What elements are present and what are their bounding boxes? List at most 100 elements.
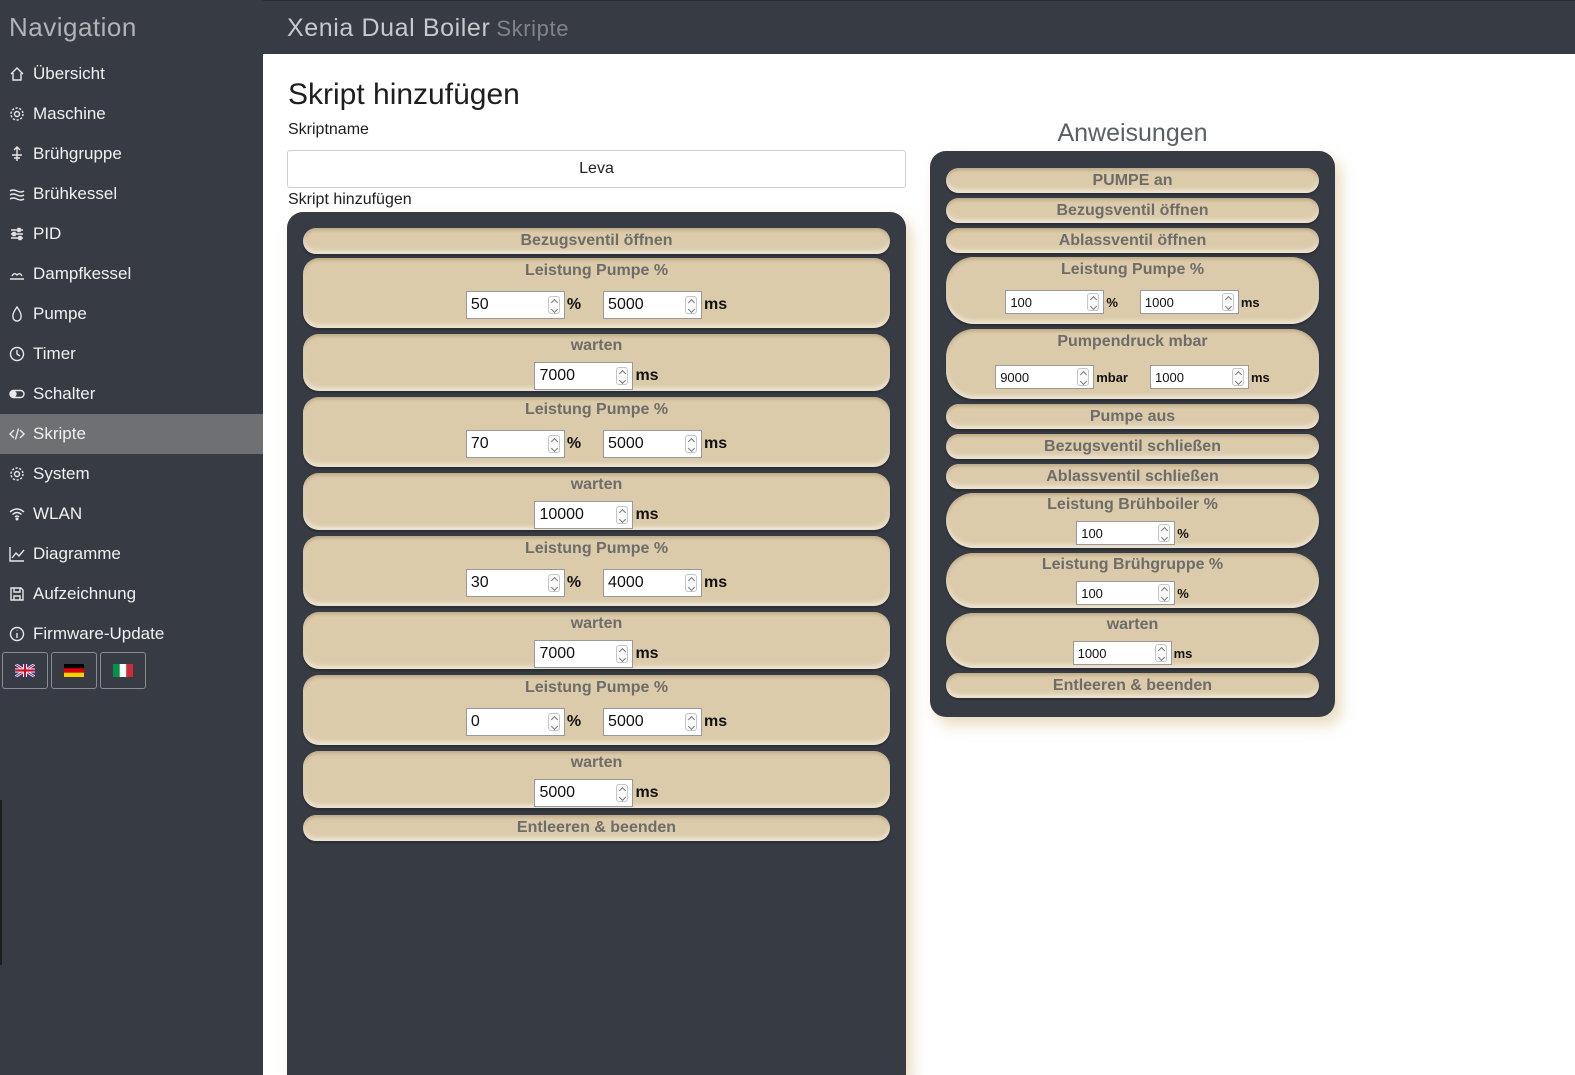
instruction-pump-power[interactable]: Leistung Pumpe % % ms bbox=[946, 257, 1319, 324]
instruction-open-drain-valve[interactable]: Ablassventil öffnen bbox=[946, 228, 1319, 253]
instruction-brew-boiler-power[interactable]: Leistung Brühboiler % % bbox=[946, 493, 1319, 548]
step-title: Entleeren & beenden bbox=[516, 819, 677, 836]
step-title: Leistung Pumpe % bbox=[524, 262, 669, 279]
stepper-icon[interactable] bbox=[1158, 584, 1171, 602]
step-open-brew-valve[interactable]: Bezugsventil öffnen bbox=[303, 228, 890, 254]
pump-power-input[interactable] bbox=[465, 569, 565, 597]
step-wait[interactable]: warten ms bbox=[303, 473, 890, 530]
sidebar-item-label: Maschine bbox=[33, 104, 106, 123]
instruction-open-brew-valve[interactable]: Bezugsventil öffnen bbox=[946, 198, 1319, 223]
instruction-close-drain-valve[interactable]: Ablassventil schließen bbox=[946, 464, 1319, 489]
step-fields: ms bbox=[303, 501, 890, 529]
sidebar-item-system[interactable]: System bbox=[0, 454, 263, 494]
unit-label: % bbox=[566, 296, 582, 313]
wait-input[interactable] bbox=[534, 362, 634, 390]
unit-label: ms bbox=[1251, 369, 1270, 385]
step-title: warten bbox=[570, 754, 623, 771]
instruction-brew-group-power[interactable]: Leistung Brühgruppe % % bbox=[946, 553, 1319, 608]
stepper-icon[interactable] bbox=[616, 645, 629, 663]
page-title: Skript hinzufügen bbox=[288, 78, 520, 111]
wait-input[interactable] bbox=[534, 640, 634, 668]
stepper-icon[interactable] bbox=[1221, 293, 1234, 311]
instruction-empty-and-finish[interactable]: Entleeren & beenden bbox=[946, 673, 1319, 698]
sidebar-item-bruehgruppe[interactable]: Brühgruppe bbox=[0, 134, 263, 174]
duration-input[interactable] bbox=[603, 291, 703, 319]
pump-power-input[interactable] bbox=[465, 430, 565, 458]
step-wait[interactable]: warten ms bbox=[303, 334, 890, 391]
sidebar-item-diagramme[interactable]: Diagramme bbox=[0, 534, 263, 574]
sidebar-item-label: Aufzeichnung bbox=[33, 584, 137, 603]
step-pump-power[interactable]: Leistung Pumpe % % ms bbox=[303, 258, 890, 328]
instruction-wait[interactable]: warten ms bbox=[946, 613, 1319, 668]
stepper-icon[interactable] bbox=[547, 435, 560, 453]
sidebar-item-label: Pumpe bbox=[33, 304, 87, 323]
sidebar-item-uebersicht[interactable]: Übersicht bbox=[0, 54, 263, 94]
instruction-fields: % bbox=[946, 581, 1319, 605]
step-empty-and-finish[interactable]: Entleeren & beenden bbox=[303, 815, 890, 841]
language-button-de[interactable] bbox=[51, 652, 97, 689]
script-name-input[interactable] bbox=[287, 150, 906, 188]
unit-label: ms bbox=[704, 574, 728, 591]
step-wait[interactable]: warten ms bbox=[303, 751, 890, 808]
stepper-icon[interactable] bbox=[547, 296, 560, 314]
sidebar-item-maschine[interactable]: Maschine bbox=[0, 94, 263, 134]
uk-flag-icon bbox=[15, 664, 35, 677]
sidebar-item-aufzeichnung[interactable]: Aufzeichnung bbox=[0, 574, 263, 614]
stepper-icon[interactable] bbox=[685, 296, 698, 314]
instruction-pump-off[interactable]: Pumpe aus bbox=[946, 404, 1319, 429]
step-wait[interactable]: warten ms bbox=[303, 612, 890, 669]
app-title: Xenia Dual Boiler Skripte bbox=[287, 14, 569, 43]
step-pump-power[interactable]: Leistung Pumpe % % ms bbox=[303, 536, 890, 606]
stepper-icon[interactable] bbox=[616, 367, 629, 385]
wait-input[interactable] bbox=[1072, 641, 1172, 665]
stepper-icon[interactable] bbox=[685, 435, 698, 453]
sidebar-item-dampfkessel[interactable]: Dampfkessel bbox=[0, 254, 263, 294]
step-pump-power[interactable]: Leistung Pumpe % % ms bbox=[303, 675, 890, 745]
pressure-input[interactable] bbox=[995, 365, 1095, 389]
stepper-icon[interactable] bbox=[547, 574, 560, 592]
pump-power-input[interactable] bbox=[465, 291, 565, 319]
wait-input[interactable] bbox=[534, 501, 634, 529]
brew-group-power-input[interactable] bbox=[1076, 581, 1176, 605]
stepper-icon[interactable] bbox=[1158, 524, 1171, 542]
stepper-icon[interactable] bbox=[547, 713, 560, 731]
info-icon bbox=[9, 626, 25, 642]
instruction-pump-pressure[interactable]: Pumpendruck mbar mbar ms bbox=[946, 329, 1319, 399]
unit-label: % bbox=[1106, 294, 1118, 310]
sidebar-item-firmware-update[interactable]: Firmware-Update bbox=[0, 614, 263, 654]
stepper-icon[interactable] bbox=[685, 574, 698, 592]
wait-input[interactable] bbox=[534, 779, 634, 807]
sidebar-item-pumpe[interactable]: Pumpe bbox=[0, 294, 263, 334]
pump-power-input[interactable] bbox=[1005, 290, 1105, 314]
sidebar-item-label: PID bbox=[33, 224, 62, 243]
instruction-close-brew-valve[interactable]: Bezugsventil schließen bbox=[946, 434, 1319, 459]
sidebar-item-timer[interactable]: Timer bbox=[0, 334, 263, 374]
sidebar-item-bruehkessel[interactable]: Brühkessel bbox=[0, 174, 263, 214]
sidebar-item-wlan[interactable]: WLAN bbox=[0, 494, 263, 534]
duration-input[interactable] bbox=[603, 430, 703, 458]
stepper-icon[interactable] bbox=[1077, 368, 1090, 386]
step-pump-power[interactable]: Leistung Pumpe % % ms bbox=[303, 397, 890, 467]
duration-input[interactable] bbox=[1139, 290, 1239, 314]
step-title: Leistung Pumpe % bbox=[524, 401, 669, 418]
sidebar-item-pid[interactable]: PID bbox=[0, 214, 263, 254]
stepper-icon[interactable] bbox=[685, 713, 698, 731]
pump-power-input[interactable] bbox=[465, 708, 565, 736]
brew-group-icon bbox=[9, 146, 25, 162]
duration-input[interactable] bbox=[1150, 365, 1249, 389]
duration-input[interactable] bbox=[603, 569, 703, 597]
stepper-icon[interactable] bbox=[1087, 293, 1100, 311]
stepper-icon[interactable] bbox=[1232, 368, 1244, 386]
stepper-icon[interactable] bbox=[616, 506, 629, 524]
stepper-icon[interactable] bbox=[616, 784, 629, 802]
brew-boiler-power-input[interactable] bbox=[1076, 521, 1176, 545]
language-button-en[interactable] bbox=[2, 652, 48, 689]
code-icon bbox=[9, 426, 25, 442]
step-title: warten bbox=[570, 476, 623, 493]
sidebar-item-schalter[interactable]: Schalter bbox=[0, 374, 263, 414]
stepper-icon[interactable] bbox=[1154, 644, 1167, 662]
language-button-it[interactable] bbox=[100, 652, 146, 689]
instruction-pump-on[interactable]: PUMPE an bbox=[946, 168, 1319, 193]
sidebar-item-skripte[interactable]: Skripte bbox=[0, 414, 263, 454]
duration-input[interactable] bbox=[603, 708, 703, 736]
